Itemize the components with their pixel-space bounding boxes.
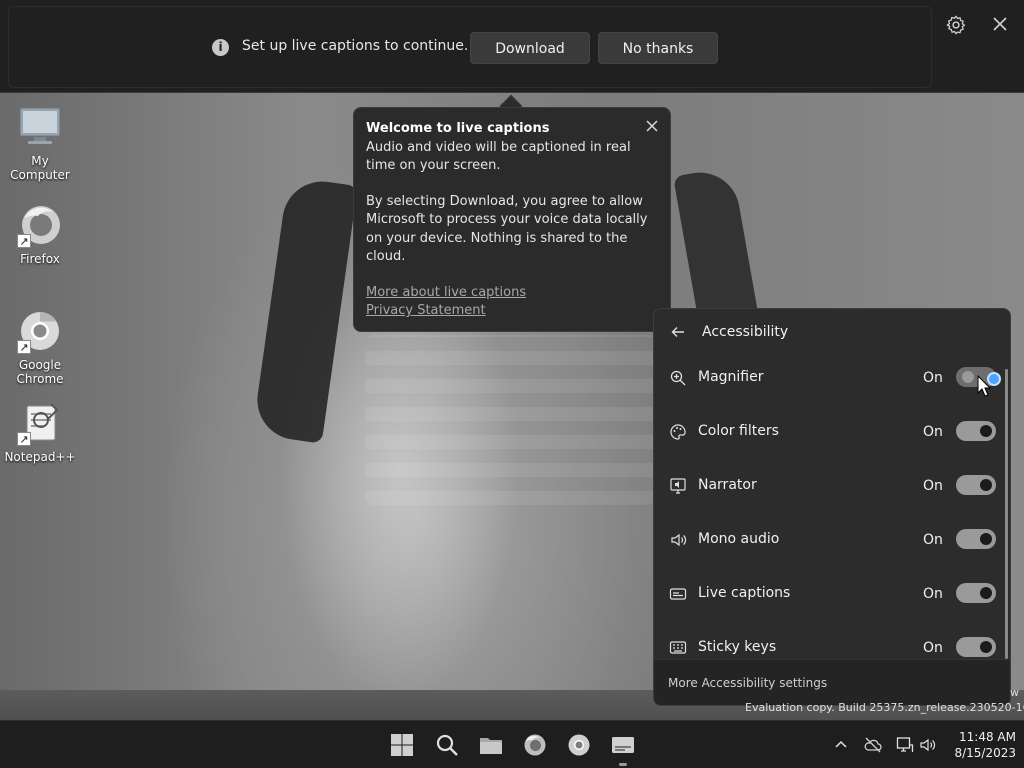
more-accessibility-settings-link[interactable]: More Accessibility settings [668, 676, 827, 690]
color-filters-icon [670, 424, 686, 440]
watermark-text: w [1010, 686, 1019, 699]
notepad-plus-plus-icon: ↗ [17, 400, 63, 446]
chrome-icon: ↗ [17, 308, 63, 354]
clock-date: 8/15/2023 [954, 746, 1016, 760]
info-icon: i [212, 39, 229, 56]
accessibility-item-narrator: Narrator On [654, 459, 1004, 513]
close-icon[interactable] [990, 14, 1010, 34]
firefox-taskbar-icon[interactable] [523, 733, 547, 757]
more-about-live-captions-link[interactable]: More about live captions [366, 284, 658, 303]
toggle-knob [962, 371, 974, 383]
toggle-state-label: On [923, 532, 943, 548]
toggle-state-label: On [923, 424, 943, 440]
toggle-knob [980, 587, 992, 599]
computer-icon [17, 104, 63, 150]
accessibility-title: Accessibility [702, 324, 789, 340]
magnifier-icon [670, 370, 686, 386]
settings-gear-icon[interactable] [945, 14, 967, 36]
accessibility-item-live-captions: Live captions On [654, 567, 1004, 621]
toggle-knob [980, 533, 992, 545]
privacy-statement-link[interactable]: Privacy Statement [366, 302, 658, 321]
toggle-state-label: On [923, 586, 943, 602]
desktop-icon-notepad-plus-plus[interactable]: ↗ Notepad++ [0, 400, 80, 464]
accessibility-header: Accessibility [654, 309, 1010, 355]
accessibility-item-label: Mono audio [698, 531, 780, 547]
accessibility-item-magnifier: Magnifier On [654, 351, 1004, 405]
accessibility-item-mono-audio: Mono audio On [654, 513, 1004, 567]
toggle-knob [980, 479, 992, 491]
start-windows-icon[interactable] [390, 733, 414, 757]
shortcut-arrow-icon: ↗ [17, 340, 31, 354]
live-captions-icon [669, 588, 687, 600]
accessibility-flyout: Accessibility Magnifier On Color filters… [653, 308, 1011, 706]
toggle-state-label: On [923, 478, 943, 494]
live-captions-bar: i Set up live captions to continue. Down… [0, 0, 1024, 93]
shortcut-arrow-icon: ↗ [17, 234, 31, 248]
color-filters-toggle[interactable] [956, 421, 996, 441]
network-icon[interactable] [896, 736, 914, 754]
search-icon[interactable] [435, 733, 459, 757]
toggle-knob [980, 425, 992, 437]
chevron-up-icon[interactable] [832, 736, 850, 754]
toggle-state-label: On [923, 370, 943, 386]
accessibility-scrollbar[interactable] [1005, 369, 1008, 659]
mouse-cursor-icon [977, 375, 991, 397]
accessibility-item-label: Color filters [698, 423, 779, 439]
desktop-icon-google-chrome[interactable]: ↗ Google Chrome [0, 308, 80, 386]
volume-icon[interactable] [919, 736, 937, 754]
accessibility-item-label: Sticky keys [698, 639, 777, 655]
wallpaper-shirt-print [365, 335, 655, 505]
accessibility-item-color-filters: Color filters On [654, 405, 1004, 459]
taskbar: 11:48 AM 8/15/2023 [0, 720, 1024, 768]
file-explorer-icon[interactable] [479, 733, 503, 757]
live-captions-taskbar-icon[interactable] [611, 733, 635, 757]
onedrive-offline-icon[interactable] [864, 736, 882, 754]
welcome-popup-body: Audio and video will be captioned in rea… [366, 139, 631, 174]
toggle-knob [980, 641, 992, 653]
desktop-icon-my-computer[interactable]: My Computer [0, 104, 80, 182]
desktop-icon-label: Notepad++ [4, 450, 76, 464]
mono-audio-toggle[interactable] [956, 529, 996, 549]
wallpaper-strap-left [252, 176, 358, 444]
toggle-state-label: On [923, 640, 943, 656]
accessibility-item-label: Narrator [698, 477, 757, 493]
shortcut-arrow-icon: ↗ [17, 432, 31, 446]
close-icon[interactable] [644, 118, 660, 134]
narrator-toggle[interactable] [956, 475, 996, 495]
sticky-keys-icon [669, 641, 687, 654]
desktop-icon-label: Google Chrome [16, 358, 64, 386]
accessibility-item-label: Live captions [698, 585, 791, 601]
desktop-icon-label: My Computer [10, 154, 70, 182]
chrome-taskbar-icon[interactable] [567, 733, 591, 757]
evaluation-watermark: Evaluation copy. Build 25375.zn_release.… [745, 701, 1024, 714]
welcome-popup-consent: By selecting Download, you agree to allo… [366, 193, 648, 265]
accessibility-item-label: Magnifier [698, 369, 764, 385]
sticky-keys-toggle[interactable] [956, 637, 996, 657]
desktop-icon-firefox[interactable]: ↗ Firefox [0, 202, 80, 266]
active-app-indicator [619, 763, 627, 766]
download-button[interactable]: Download [470, 32, 590, 64]
welcome-popup-spacer [366, 176, 658, 193]
welcome-popup-title: Welcome to live captions [366, 121, 550, 136]
system-clock[interactable]: 11:48 AM 8/15/2023 [944, 729, 1016, 761]
no-thanks-button[interactable]: No thanks [598, 32, 718, 64]
accessibility-footer: More Accessibility settings [654, 659, 1010, 705]
desktop-icon-label: Firefox [20, 252, 60, 266]
firefox-icon: ↗ [17, 202, 63, 248]
mono-audio-icon [671, 533, 687, 547]
live-captions-message: Set up live captions to continue. [242, 38, 469, 54]
clock-time: 11:48 AM [959, 730, 1016, 744]
live-captions-toggle[interactable] [956, 583, 996, 603]
narrator-icon [670, 478, 686, 494]
back-arrow-icon[interactable] [670, 324, 686, 340]
welcome-popup: Welcome to live captions Audio and video… [353, 107, 671, 332]
